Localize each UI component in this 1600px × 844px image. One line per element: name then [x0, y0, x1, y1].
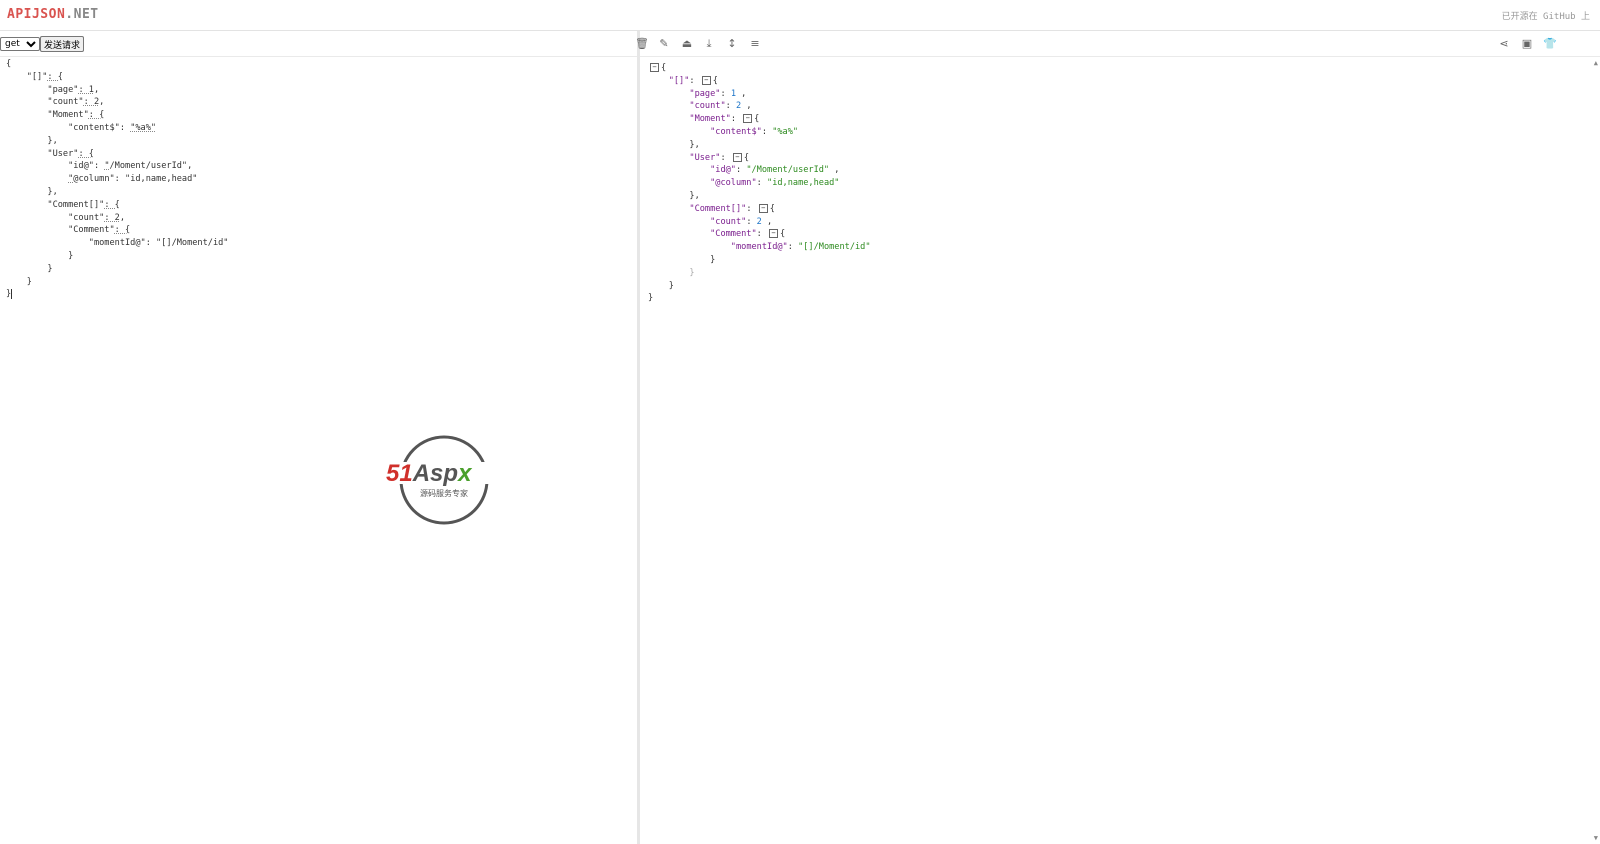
- request-toolbar: get 发送请求: [0, 31, 637, 57]
- top-header: APIJSON.NET 已开源在 GitHub 上: [0, 0, 1600, 31]
- request-editor[interactable]: { "[]": { "page": 1, "count": 2, "Moment…: [0, 58, 637, 844]
- send-request-button[interactable]: 发送请求: [40, 36, 85, 52]
- logo-main: APIJSON: [7, 7, 66, 22]
- response-viewer[interactable]: −{ "[]": −{ "page": 1 , "count": 2 , "Mo…: [640, 58, 1590, 844]
- download-icon[interactable]: ⤓: [702, 37, 716, 51]
- request-json-text[interactable]: { "[]": { "page": 1, "count": 2, "Moment…: [0, 58, 637, 301]
- response-toolbar: 🗑 ✎ ⏏ ⤓ ↕ ≡ ⋖ ▣ 👕: [635, 31, 1600, 57]
- watermark-logo: 51Aspx 源码服务专家: [386, 435, 512, 525]
- scroll-up-icon[interactable]: ▲: [1594, 59, 1598, 67]
- upload-icon[interactable]: ⏏: [680, 37, 694, 51]
- vertical-scrollbar[interactable]: [1590, 58, 1600, 844]
- collapse-toggle-icon[interactable]: −: [743, 114, 753, 124]
- share-icon[interactable]: ⋖: [1497, 37, 1511, 51]
- collapse-toggle-icon[interactable]: −: [769, 229, 779, 239]
- method-select[interactable]: get: [0, 37, 40, 51]
- magic-wand-icon[interactable]: ✎: [657, 37, 671, 51]
- save-icon[interactable]: ▣: [1520, 37, 1534, 51]
- expand-lines-icon[interactable]: ↕: [725, 37, 739, 51]
- request-panel: get 发送请求 { "[]": { "page": 1, "count": 2…: [0, 31, 640, 844]
- shirt-icon[interactable]: 👕: [1543, 37, 1557, 51]
- collapse-lines-icon[interactable]: ≡: [748, 37, 762, 51]
- response-panel: 🗑 ✎ ⏏ ⤓ ↕ ≡ ⋖ ▣ 👕 −{ "[]": −{ "page": 1 …: [635, 31, 1600, 844]
- trash-icon[interactable]: 🗑: [635, 37, 649, 51]
- svg-text:51Aspx: 51Aspx: [386, 460, 473, 487]
- response-json-tree[interactable]: −{ "[]": −{ "page": 1 , "count": 2 , "Mo…: [640, 58, 1590, 305]
- site-logo[interactable]: APIJSON.NET: [7, 7, 99, 22]
- collapse-toggle-icon[interactable]: −: [650, 63, 659, 72]
- logo-suffix: .NET: [65, 7, 99, 22]
- collapse-toggle-icon[interactable]: −: [732, 152, 742, 162]
- scroll-down-icon[interactable]: ▼: [1594, 834, 1598, 842]
- github-link[interactable]: 已开源在 GitHub 上: [1502, 9, 1590, 22]
- svg-text:源码服务专家: 源码服务专家: [420, 488, 468, 498]
- collapse-toggle-icon[interactable]: −: [701, 75, 711, 85]
- collapse-toggle-icon[interactable]: −: [758, 203, 768, 213]
